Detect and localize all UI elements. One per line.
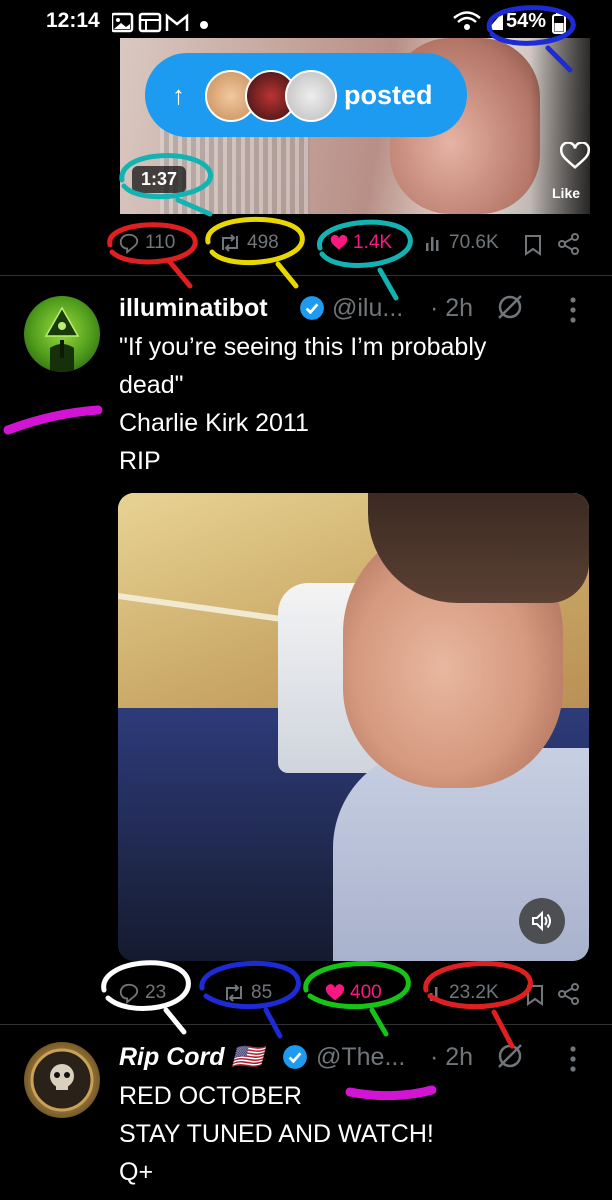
heart-filled-icon bbox=[325, 984, 345, 1001]
more-options-icon[interactable] bbox=[569, 1045, 577, 1078]
like-count: 1.4K bbox=[353, 232, 393, 253]
grok-icon[interactable] bbox=[495, 292, 525, 327]
views-button[interactable]: 23.2K bbox=[428, 982, 499, 1004]
share-icon[interactable] bbox=[557, 983, 581, 1010]
tweet-line: "If you’re seeing this I’m probably bbox=[119, 333, 487, 361]
grok-icon[interactable] bbox=[495, 1041, 525, 1076]
arrow-up-icon: ↑ bbox=[172, 80, 185, 110]
like-count: 400 bbox=[350, 982, 382, 1003]
repost-icon bbox=[222, 234, 238, 252]
avatar bbox=[285, 70, 337, 122]
author-name[interactable]: Rip Cord 🇺🇸 bbox=[119, 1043, 263, 1072]
bookmark-icon[interactable] bbox=[524, 234, 542, 261]
reply-icon bbox=[119, 983, 139, 1004]
video-duration: 1:37 bbox=[132, 166, 187, 193]
heart-filled-icon bbox=[330, 234, 348, 250]
more-options-icon[interactable] bbox=[569, 296, 577, 329]
views-icon bbox=[426, 237, 439, 251]
share-icon[interactable] bbox=[557, 233, 581, 260]
tweet-text: RED OCTOBER STAY TUNED AND WATCH! Q+ bbox=[119, 1077, 434, 1191]
like-button[interactable]: 400 bbox=[325, 982, 382, 1004]
views-icon bbox=[430, 987, 438, 1001]
repost-icon bbox=[226, 984, 242, 1002]
bookmark-icon[interactable] bbox=[526, 984, 544, 1011]
views-count: 23.2K bbox=[449, 982, 499, 1003]
like-button[interactable]: 1.4K bbox=[330, 232, 392, 254]
tweet-line: dead" bbox=[119, 371, 184, 399]
video-player[interactable] bbox=[118, 493, 589, 961]
signal-icon bbox=[486, 10, 504, 37]
repost-count: 498 bbox=[247, 232, 279, 253]
divider bbox=[0, 1024, 612, 1025]
repost-count: 85 bbox=[251, 982, 273, 1003]
volume-icon[interactable] bbox=[519, 898, 565, 944]
battery-icon bbox=[552, 12, 566, 39]
divider bbox=[0, 275, 612, 276]
notification-icons bbox=[112, 12, 208, 33]
wifi-icon bbox=[452, 10, 482, 37]
avatar[interactable] bbox=[24, 296, 100, 372]
post-time: · 2h bbox=[430, 294, 474, 322]
heart-icon[interactable] bbox=[559, 141, 591, 175]
author-name[interactable]: illuminatibot bbox=[119, 294, 268, 323]
post-time: · 2h bbox=[430, 1043, 474, 1071]
reply-count: 110 bbox=[145, 232, 176, 253]
views-button[interactable]: 70.6K bbox=[424, 232, 499, 254]
tweet-text: "If you’re seeing this I’m probably dead… bbox=[119, 328, 486, 480]
tweet-line: RIP bbox=[119, 447, 161, 475]
tweet-line: RED OCTOBER bbox=[119, 1082, 302, 1110]
author-handle[interactable]: @The... bbox=[316, 1043, 405, 1072]
author-handle[interactable]: @ilu... bbox=[332, 294, 403, 323]
new-posts-label: posted bbox=[344, 80, 433, 110]
avatar[interactable] bbox=[24, 1042, 100, 1118]
repost-button[interactable]: 85 bbox=[222, 982, 272, 1004]
reply-icon bbox=[119, 233, 139, 254]
repost-button[interactable]: 498 bbox=[218, 232, 279, 254]
annotation-stroke bbox=[3, 405, 103, 435]
verified-badge-icon bbox=[299, 295, 325, 326]
reply-count: 23 bbox=[145, 982, 167, 1003]
reply-button[interactable]: 110 bbox=[118, 232, 175, 254]
annotation-circle bbox=[423, 961, 533, 1049]
like-overlay-label: Like bbox=[552, 185, 581, 201]
views-count: 70.6K bbox=[449, 232, 499, 253]
tweet-line: Charlie Kirk 2011 bbox=[119, 409, 309, 437]
tweet-line: STAY TUNED AND WATCH! bbox=[119, 1120, 434, 1148]
tweet-line: Q+ bbox=[119, 1158, 154, 1186]
reply-button[interactable]: 23 bbox=[118, 982, 166, 1004]
battery-percent: 54% bbox=[506, 10, 547, 32]
verified-badge-icon bbox=[282, 1044, 308, 1075]
status-time: 12:14 bbox=[46, 9, 100, 32]
